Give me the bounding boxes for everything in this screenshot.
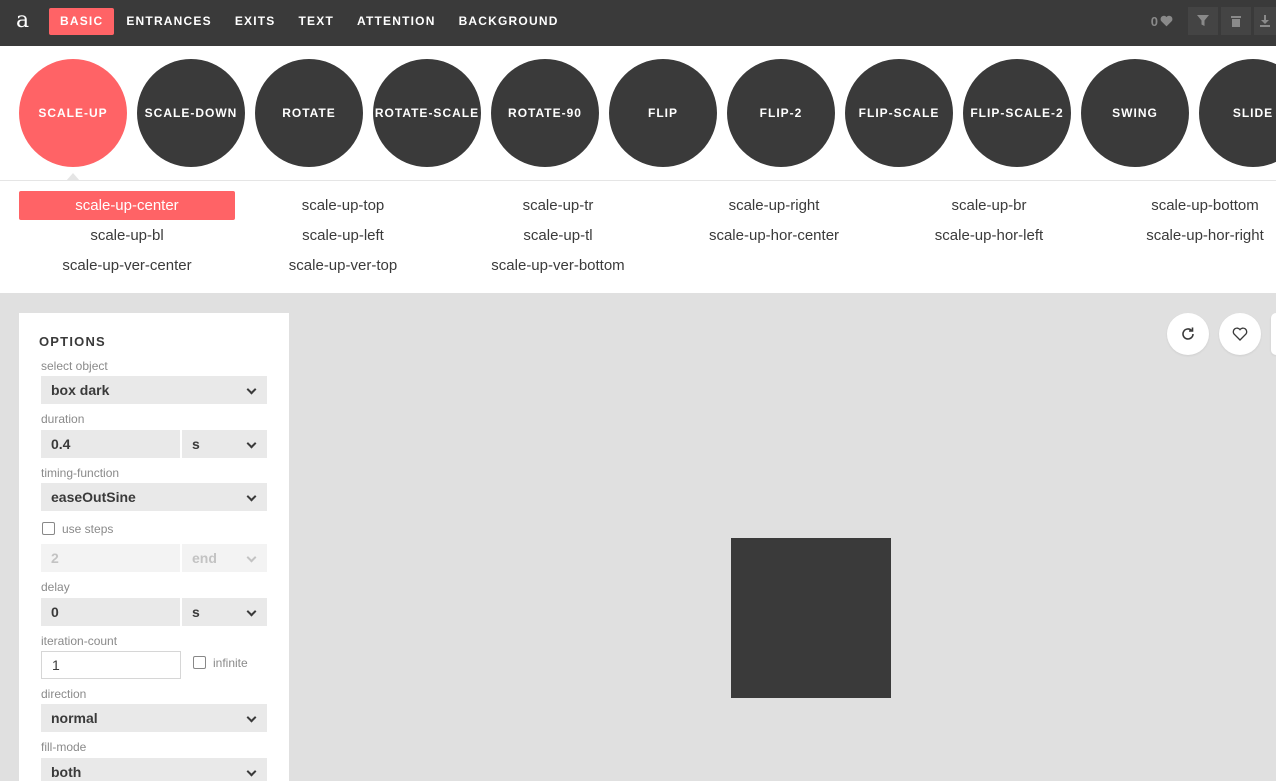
variant-scale-up-ver-top[interactable]: scale-up-ver-top bbox=[235, 251, 451, 280]
variant-scale-up-br[interactable]: scale-up-br bbox=[881, 191, 1097, 220]
variant-scale-up-ver-center[interactable]: scale-up-ver-center bbox=[19, 251, 235, 280]
tab-entrances[interactable]: ENTRANCES bbox=[115, 8, 222, 35]
chevron-down-icon bbox=[246, 384, 257, 395]
variant-scale-up-right[interactable]: scale-up-right bbox=[666, 191, 882, 220]
active-category-pointer bbox=[66, 173, 80, 180]
steps-position-select[interactable]: end bbox=[182, 544, 267, 572]
use-steps-checkbox[interactable] bbox=[42, 522, 55, 535]
use-steps-label: use steps bbox=[62, 522, 114, 536]
tab-exits[interactable]: EXITS bbox=[224, 8, 287, 35]
duration-unit-value: s bbox=[192, 436, 200, 452]
category-flip-scale-2[interactable]: FLIP-SCALE-2 bbox=[963, 59, 1071, 167]
fill-mode-dropdown[interactable]: both bbox=[41, 758, 267, 781]
delay-value: 0 bbox=[51, 604, 59, 620]
steps-position-value: end bbox=[192, 550, 217, 566]
infinite-label: infinite bbox=[213, 656, 248, 670]
select-object-label: select object bbox=[41, 359, 108, 373]
direction-label: direction bbox=[41, 687, 87, 701]
category-flip-2[interactable]: FLIP-2 bbox=[727, 59, 835, 167]
more-button[interactable] bbox=[1271, 313, 1276, 355]
delay-input[interactable]: 0 bbox=[41, 598, 180, 626]
category-rotate-90[interactable]: ROTATE-90 bbox=[491, 59, 599, 167]
heart-outline-icon bbox=[1232, 327, 1248, 341]
tab-text[interactable]: TEXT bbox=[288, 8, 345, 35]
category-scale-down[interactable]: SCALE-DOWN bbox=[137, 59, 245, 167]
variant-scale-up-bottom[interactable]: scale-up-bottom bbox=[1097, 191, 1276, 220]
refresh-icon bbox=[1182, 327, 1194, 340]
infinite-checkbox[interactable] bbox=[193, 656, 206, 669]
iteration-count-value: 1 bbox=[52, 657, 60, 673]
variant-scale-up-hor-right[interactable]: scale-up-hor-right bbox=[1097, 221, 1276, 250]
duration-input[interactable]: 0.4 bbox=[41, 430, 180, 458]
chevron-down-icon bbox=[246, 552, 257, 563]
fill-mode-value: both bbox=[51, 764, 82, 780]
select-object-value: box dark bbox=[51, 382, 110, 398]
favorites-counter[interactable]: 0 bbox=[1151, 14, 1173, 29]
options-panel: OPTIONS select object box dark duration … bbox=[19, 313, 289, 781]
variant-scale-up-top[interactable]: scale-up-top bbox=[235, 191, 451, 220]
top-bar: a BASIC ENTRANCES EXITS TEXT ATTENTION B… bbox=[0, 0, 1276, 46]
direction-dropdown[interactable]: normal bbox=[41, 704, 267, 732]
preview-box-dark bbox=[731, 538, 891, 698]
delete-button[interactable] bbox=[1221, 7, 1251, 35]
download-button[interactable] bbox=[1254, 7, 1276, 35]
chevron-down-icon bbox=[246, 766, 257, 777]
main-nav: BASIC ENTRANCES EXITS TEXT ATTENTION BAC… bbox=[49, 8, 571, 35]
favorite-button[interactable] bbox=[1219, 313, 1261, 355]
variant-scale-up-ver-bottom[interactable]: scale-up-ver-bottom bbox=[450, 251, 666, 280]
category-rotate-scale[interactable]: ROTATE-SCALE bbox=[373, 59, 481, 167]
chevron-down-icon bbox=[246, 606, 257, 617]
tab-attention[interactable]: ATTENTION bbox=[346, 8, 447, 35]
steps-value: 2 bbox=[51, 550, 59, 566]
toolbar: 0 bbox=[1151, 7, 1276, 35]
trash-icon bbox=[1231, 16, 1241, 27]
delay-label: delay bbox=[41, 580, 70, 594]
direction-value: normal bbox=[51, 710, 98, 726]
duration-value: 0.4 bbox=[51, 436, 71, 452]
select-object-dropdown[interactable]: box dark bbox=[41, 376, 267, 404]
replay-button[interactable] bbox=[1167, 313, 1209, 355]
category-flip-scale[interactable]: FLIP-SCALE bbox=[845, 59, 953, 167]
iteration-count-label: iteration-count bbox=[41, 634, 118, 648]
animation-category-list: SCALE-UP SCALE-DOWN ROTATE ROTATE-SCALE … bbox=[0, 46, 1276, 181]
iteration-count-input[interactable]: 1 bbox=[41, 651, 181, 679]
variant-scale-up-hor-left[interactable]: scale-up-hor-left bbox=[881, 221, 1097, 250]
tab-basic[interactable]: BASIC bbox=[49, 8, 115, 35]
options-title: OPTIONS bbox=[39, 334, 106, 349]
duration-unit-select[interactable]: s bbox=[182, 430, 267, 458]
category-scale-up[interactable]: SCALE-UP bbox=[19, 59, 127, 167]
duration-label: duration bbox=[41, 412, 85, 426]
heart-icon bbox=[1160, 15, 1173, 27]
chevron-down-icon bbox=[246, 712, 257, 723]
animation-variant-list: scale-up-center scale-up-top scale-up-tr… bbox=[0, 181, 1276, 293]
chevron-down-icon bbox=[246, 491, 257, 502]
fill-mode-label: fill-mode bbox=[41, 740, 87, 754]
delay-unit-select[interactable]: s bbox=[182, 598, 267, 626]
delay-unit-value: s bbox=[192, 604, 200, 620]
variant-scale-up-center[interactable]: scale-up-center bbox=[19, 191, 235, 220]
variant-scale-up-left[interactable]: scale-up-left bbox=[235, 221, 451, 250]
download-icon bbox=[1260, 15, 1270, 27]
category-swing[interactable]: SWING bbox=[1081, 59, 1189, 167]
steps-input[interactable]: 2 bbox=[41, 544, 180, 572]
variant-scale-up-tl[interactable]: scale-up-tl bbox=[450, 221, 666, 250]
chevron-down-icon bbox=[246, 438, 257, 449]
filter-button[interactable] bbox=[1188, 7, 1218, 35]
variant-scale-up-hor-center[interactable]: scale-up-hor-center bbox=[666, 221, 882, 250]
timing-function-label: timing-function bbox=[41, 466, 120, 480]
timing-function-dropdown[interactable]: easeOutSine bbox=[41, 483, 267, 511]
timing-function-value: easeOutSine bbox=[51, 489, 136, 505]
category-rotate[interactable]: ROTATE bbox=[255, 59, 363, 167]
category-flip[interactable]: FLIP bbox=[609, 59, 717, 167]
tab-background[interactable]: BACKGROUND bbox=[448, 8, 570, 35]
category-slide[interactable]: SLIDE bbox=[1199, 59, 1276, 167]
logo[interactable]: a bbox=[16, 8, 29, 34]
favorites-count: 0 bbox=[1150, 13, 1158, 29]
filter-icon bbox=[1197, 15, 1209, 26]
variant-scale-up-tr[interactable]: scale-up-tr bbox=[450, 191, 666, 220]
variant-scale-up-bl[interactable]: scale-up-bl bbox=[19, 221, 235, 250]
